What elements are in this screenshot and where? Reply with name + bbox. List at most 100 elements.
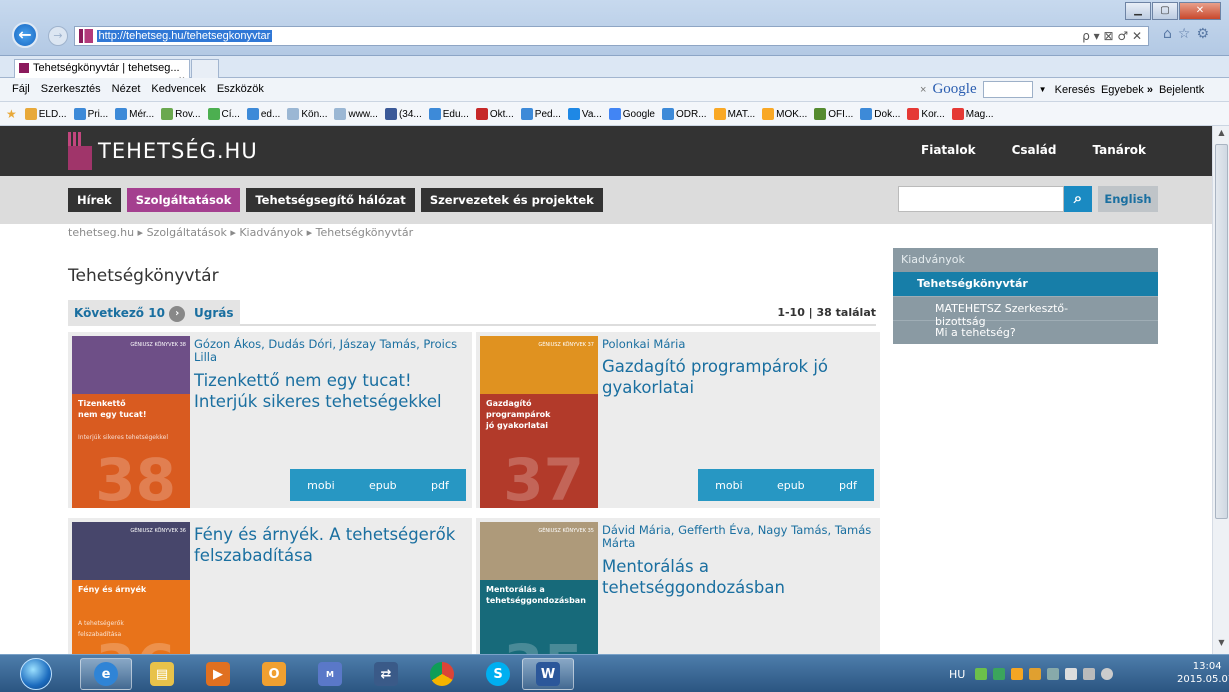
book-cover[interactable]: GÉNIUSZ KÖNYVEK 37 Gazdagító programpárok… [480, 336, 598, 508]
tray-app-icon[interactable] [1029, 668, 1041, 680]
taskbar-sync-icon[interactable]: ⇄ [360, 658, 412, 690]
favorite-link[interactable]: Mag... [951, 107, 994, 121]
page-scrollbar[interactable]: ▲ ▼ [1212, 126, 1229, 654]
clock[interactable]: 13:04 2015.05.07. [1177, 660, 1229, 686]
book-authors[interactable]: Gózon Ákos, Dudás Dóri, Jászay Tamás, Pr… [194, 338, 464, 364]
favorite-link[interactable]: Cí... [207, 107, 240, 121]
menu-item[interactable]: Eszközök [217, 83, 264, 95]
download-mobi-link[interactable]: mobi [715, 479, 742, 492]
scroll-down-icon[interactable]: ▼ [1215, 638, 1228, 652]
tray-monitor-icon[interactable] [1047, 668, 1059, 680]
tray-flag-icon[interactable] [1065, 668, 1077, 680]
sidebar-item-active[interactable]: Tehetségkönyvtár [893, 272, 1158, 296]
favorite-link[interactable]: OFI... [814, 107, 853, 121]
home-icon[interactable]: ⌂ [1163, 26, 1178, 42]
english-button[interactable]: English [1098, 186, 1158, 212]
taskbar-ie-icon[interactable]: e [80, 658, 132, 690]
download-epub-link[interactable]: epub [777, 479, 805, 492]
google-more-button[interactable]: Egyebek » [1101, 84, 1153, 96]
start-button[interactable] [20, 658, 52, 690]
book-authors[interactable]: Dávid Mária, Gefferth Éva, Nagy Tamás, T… [602, 524, 872, 550]
taskbar-media-icon[interactable]: ▶ [192, 658, 244, 690]
favorite-link[interactable]: Mér... [115, 107, 154, 121]
favorite-link[interactable]: Dok... [860, 107, 900, 121]
address-url[interactable]: http://tehetseg.hu/tehetsegkonyvtar [96, 30, 273, 42]
book-authors[interactable]: Polonkai Mária [602, 338, 872, 351]
favorites-star-icon[interactable]: ☆ [1178, 26, 1197, 42]
main-nav-item[interactable]: Szolgáltatások [126, 188, 241, 212]
search-button[interactable]: ⌕ [1064, 186, 1092, 212]
google-search-button[interactable]: Keresés [1055, 84, 1095, 96]
settings-gear-icon[interactable]: ⚙ [1196, 26, 1215, 42]
menu-item[interactable]: Kedvencek [151, 83, 205, 95]
main-nav-item[interactable]: Hírek [68, 188, 121, 212]
book-title[interactable]: Mentorálás a tehetséggondozásban [602, 556, 872, 598]
favorite-link[interactable]: Edu... [428, 107, 469, 121]
taskbar-marc-icon[interactable]: M [304, 658, 356, 690]
book-title[interactable]: Fény és árnyék. A tehetségerők felszabad… [194, 524, 464, 566]
address-tools[interactable]: ρ ▾ ⊠ ♂ ✕ [1082, 29, 1142, 43]
download-pdf-link[interactable]: pdf [431, 479, 449, 492]
favorite-link[interactable]: ELD... [24, 107, 67, 121]
taskbar-chrome-icon[interactable] [416, 658, 468, 690]
google-dropdown-icon[interactable]: ▼ [1039, 85, 1049, 94]
taskbar-explorer-icon[interactable]: ▤ [136, 658, 188, 690]
book-cover[interactable]: GÉNIUSZ KÖNYVEK 36 Fény és árnyék A tehets… [72, 522, 190, 654]
maximize-button[interactable]: ▢ [1152, 2, 1178, 20]
book-title[interactable]: Tizenkettő nem egy tucat! Interjúk siker… [194, 370, 464, 412]
favorite-link[interactable]: Okt... [475, 107, 514, 121]
back-button[interactable]: ← [12, 22, 38, 48]
favorite-link[interactable]: MOK... [762, 107, 807, 121]
favorite-link[interactable]: Ped... [520, 107, 561, 121]
address-bar[interactable]: http://tehetseg.hu/tehetsegkonyvtar ρ ▾ … [74, 26, 1149, 46]
favorite-link[interactable]: Kön... [287, 107, 327, 121]
favorite-link[interactable]: Rov... [161, 107, 201, 121]
language-indicator[interactable]: HU [949, 668, 965, 681]
scrollbar-thumb[interactable] [1215, 144, 1228, 519]
favorite-link[interactable]: Google [608, 107, 655, 121]
close-window-button[interactable]: ✕ [1179, 2, 1221, 20]
book-cover[interactable]: GÉNIUSZ KÖNYVEK 35 Mentorálás a tehetségg… [480, 522, 598, 654]
favorite-link[interactable]: www... [334, 107, 378, 121]
forward-button[interactable]: → [48, 26, 68, 46]
main-nav-item[interactable]: Szervezetek és projektek [420, 188, 603, 212]
menu-item[interactable]: Nézet [112, 83, 141, 95]
browser-tab[interactable]: Tehetségkönyvtár | tehetseg... × [14, 59, 190, 78]
book-cover[interactable]: GÉNIUSZ KÖNYVEK 38 Tizenkettő nem egy tuc… [72, 336, 190, 508]
menu-item[interactable]: Szerkesztés [41, 83, 101, 95]
site-search-input[interactable] [898, 186, 1064, 212]
taskbar-skype-icon[interactable]: S [472, 658, 524, 690]
top-nav-item[interactable]: Tanárok [1092, 143, 1146, 157]
google-toolbar-close-icon[interactable]: × [920, 84, 926, 96]
google-search-input[interactable] [982, 81, 1033, 98]
main-nav-item[interactable]: Tehetségsegítő hálózat [246, 188, 415, 212]
top-nav-item[interactable]: Fiatalok [921, 143, 976, 157]
favorites-star-icon[interactable]: ★ [6, 107, 17, 121]
sidebar-subitem[interactable]: Mi a tehetség? [893, 320, 1158, 344]
favorite-link[interactable]: ODR... [662, 107, 707, 121]
tray-volume-icon[interactable] [1101, 668, 1113, 680]
new-tab-button[interactable] [191, 59, 219, 78]
tray-power-icon[interactable] [1083, 668, 1095, 680]
favorite-link[interactable]: (34... [384, 107, 422, 121]
download-pdf-link[interactable]: pdf [839, 479, 857, 492]
tray-update-icon[interactable] [1011, 668, 1023, 680]
favorite-link[interactable]: Kor... [907, 107, 945, 121]
tray-network-icon[interactable] [975, 668, 987, 680]
site-logo[interactable]: TEHETSÉG.HU [68, 132, 258, 170]
breadcrumb[interactable]: tehetseg.hu ▸ Szolgáltatások ▸ Kiadványo… [68, 226, 413, 239]
download-mobi-link[interactable]: mobi [307, 479, 334, 492]
favorite-link[interactable]: ed... [246, 107, 280, 121]
menu-item[interactable]: Fájl [12, 83, 30, 95]
download-epub-link[interactable]: epub [369, 479, 397, 492]
book-title[interactable]: Gazdagító programpárok jó gyakorlatai [602, 356, 872, 398]
taskbar-outlook-icon[interactable]: O [248, 658, 300, 690]
tray-shield-icon[interactable] [993, 668, 1005, 680]
sidebar-subitem[interactable]: MATEHETSZ Szerkesztő-bizottság [893, 296, 1158, 328]
next-10-button[interactable]: Következő 10 › [68, 300, 192, 326]
favorite-link[interactable]: Pri... [73, 107, 108, 121]
jump-button[interactable]: Ugrás [188, 300, 240, 326]
scroll-up-icon[interactable]: ▲ [1215, 128, 1228, 142]
taskbar-word-icon[interactable]: W [522, 658, 574, 690]
google-signin-button[interactable]: Bejelentk [1159, 84, 1204, 96]
